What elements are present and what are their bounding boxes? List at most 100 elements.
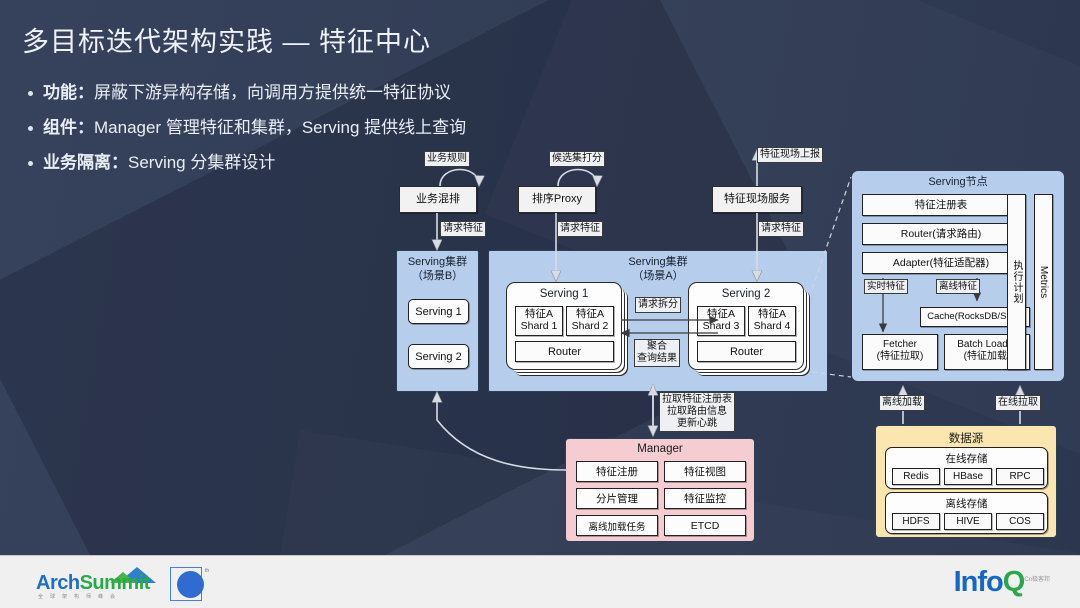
chip-redis[interactable]: Redis: [892, 468, 940, 485]
aggregate-line1: 聚合: [647, 341, 667, 352]
manager-title: Manager: [637, 443, 683, 455]
bullet-item: 组件：Manager 管理特征和集群，Serving 提供线上查询: [24, 117, 584, 138]
service-node-rank-proxy[interactable]: 排序Proxy: [518, 186, 596, 213]
manager-cell-offline-load-task[interactable]: 离线加载任务: [576, 515, 658, 536]
serving-1-router[interactable]: Router: [515, 341, 614, 362]
row-label: Router(请求路由): [900, 227, 982, 240]
badge-circle-icon: [177, 571, 204, 598]
metrics-label: Metrics: [1038, 265, 1049, 299]
chip-hbase[interactable]: HBase: [944, 468, 992, 485]
serving-1-title: Serving 1: [539, 288, 589, 300]
serving-2-card[interactable]: Serving 2 特征A Shard 3 特征A Shard 4 Router: [688, 282, 804, 370]
bullet-key: 业务隔离：: [43, 153, 128, 172]
serving-node-fetcher[interactable]: Fetcher (特征拉取): [862, 334, 938, 370]
serving-node-title: Serving节点: [928, 176, 988, 188]
serving-cluster-b: Serving集群 （场景B） Serving 1 Serving 2: [396, 250, 479, 392]
chip-label: RPC: [1009, 471, 1031, 482]
shard-line2: Shard 2: [571, 320, 609, 333]
bullet-item: 功能：屏蔽下游异构存储，向调用方提供统一特征协议: [24, 82, 584, 103]
serving-b-node-2[interactable]: Serving 2: [408, 344, 469, 369]
serving-b-node-1-label: Serving 1: [415, 305, 462, 318]
serving-node-row-adapter[interactable]: Adapter(特征适配器): [862, 252, 1020, 274]
cluster-title-line2: （场景A）: [632, 269, 684, 282]
serving-b-node-1[interactable]: Serving 1: [408, 299, 469, 324]
label-business-rule: 业务规则: [424, 151, 470, 167]
label-offline-feature: 离线特征: [936, 279, 981, 295]
shard-line1: 特征A: [575, 308, 604, 320]
serving-cluster-b-title: Serving集群 （场景B）: [397, 256, 478, 284]
label-manager-sync: 拉取特征注册表 拉取路由信息 更新心跳: [659, 392, 735, 432]
archsummit-wordmark: ArchSummit: [36, 572, 150, 595]
serving-2-router[interactable]: Router: [697, 341, 796, 362]
chip-cos[interactable]: COS: [996, 513, 1044, 530]
online-store-title: 在线存储: [945, 453, 988, 465]
chip-hive[interactable]: HIVE: [944, 513, 992, 530]
label-aggregate-result: 聚合 查询结果: [634, 339, 680, 367]
chip-label: HIVE: [956, 516, 980, 527]
label-candidate-scoring: 候选集打分: [549, 151, 605, 167]
label-request-feature-a: 请求特征: [440, 221, 486, 237]
bullet-text: Serving 分集群设计: [128, 153, 276, 172]
serving-node-panel: Serving节点 特征注册表 Router(请求路由) Adapter(特征适…: [851, 170, 1065, 382]
service-node-label: 特征现场服务: [724, 193, 790, 206]
serving-node-row-feature-registry[interactable]: 特征注册表: [862, 194, 1020, 216]
infoq-part2: Q: [1002, 566, 1026, 598]
manager-cell-etcd[interactable]: ETCD: [664, 515, 746, 536]
cluster-title-line1: Serving集群: [407, 256, 468, 268]
footer-bar: ArchSummit 全球架构师峰会 th InfoQCn极客邦: [0, 555, 1080, 608]
offline-store-title: 离线存储: [945, 498, 988, 510]
cluster-title-line1: Serving集群: [628, 256, 688, 268]
manager-sync-line3: 更新心跳: [677, 418, 717, 429]
shard-line1: 特征A: [757, 308, 786, 320]
chip-rpc[interactable]: RPC: [996, 468, 1044, 485]
serving-1-shard-1[interactable]: 特征A Shard 1: [515, 306, 563, 336]
archsummit-part2: Summit: [79, 572, 151, 594]
offline-store-group: 离线存储 HDFS HIVE COS: [885, 492, 1048, 534]
label-request-feature-b: 请求特征: [557, 221, 603, 237]
manager-cell-feature-view[interactable]: 特征视图: [664, 461, 746, 482]
archsummit-logo: ArchSummit 全球架构师峰会 th: [36, 565, 236, 601]
serving-cluster-a-title: Serving集群 （场景A）: [489, 256, 827, 284]
bullet-list: 功能：屏蔽下游异构存储，向调用方提供统一特征协议 组件：Manager 管理特征…: [24, 82, 584, 187]
fetcher-line1: Fetcher: [883, 339, 917, 350]
badge-superscript: th: [205, 568, 210, 574]
label-feature-scene-report: 特征现场上报: [757, 147, 823, 163]
label-online-fetch: 在线拉取: [995, 395, 1041, 411]
label-realtime-feature: 实时特征: [864, 279, 909, 295]
serving-1-shard-2[interactable]: 特征A Shard 2: [566, 306, 614, 336]
chip-label: Redis: [903, 471, 929, 482]
manager-cell-feature-register[interactable]: 特征注册: [576, 461, 658, 482]
archsummit-anniversary-badge: th: [170, 567, 209, 601]
serving-node-metrics-column[interactable]: Metrics: [1034, 194, 1053, 370]
chip-label: HBase: [952, 471, 983, 482]
shard-line1: 特征A: [524, 308, 553, 320]
manager-sync-line2: 拉取路由信息: [667, 406, 727, 417]
page-title: 多目标迭代架构实践 — 特征中心: [22, 27, 432, 57]
serving-2-shard-4[interactable]: 特征A Shard 4: [748, 306, 796, 336]
serving-b-node-2-label: Serving 2: [415, 350, 462, 363]
bullet-text: 屏蔽下游异构存储，向调用方提供统一特征协议: [94, 83, 451, 102]
manager-cell-shard-management[interactable]: 分片管理: [576, 488, 658, 509]
manager-cell-feature-monitor[interactable]: 特征监控: [664, 488, 746, 509]
archsummit-part1: Arch: [36, 572, 80, 594]
label-request-feature-c: 请求特征: [758, 221, 804, 237]
fetcher-line2: (特征拉取): [876, 350, 924, 362]
serving-node-execution-plan-column[interactable]: 执行计划: [1007, 194, 1026, 370]
serving-2-title: Serving 2: [721, 288, 771, 300]
service-node-business-mix[interactable]: 业务混排: [399, 186, 477, 213]
aggregate-line2: 查询结果: [637, 353, 677, 364]
router-label: Router: [729, 345, 764, 358]
bullet-item: 业务隔离：Serving 分集群设计: [24, 152, 584, 173]
serving-2-shard-3[interactable]: 特征A Shard 3: [697, 306, 745, 336]
cell-label: ETCD: [690, 519, 720, 532]
cell-label: 特征监控: [684, 493, 726, 505]
bullet-dot-icon: [28, 161, 33, 166]
archsummit-subtitle: 全球架构师峰会: [38, 594, 123, 600]
row-label: Adapter(特征适配器): [892, 256, 990, 269]
serving-node-row-router[interactable]: Router(请求路由): [862, 223, 1020, 245]
bullet-dot-icon: [28, 126, 33, 131]
service-node-feature-scene[interactable]: 特征现场服务: [712, 186, 802, 213]
shard-line1: 特征A: [706, 308, 735, 320]
chip-hdfs[interactable]: HDFS: [892, 513, 940, 530]
serving-1-card[interactable]: Serving 1 特征A Shard 1 特征A Shard 2 Router: [506, 282, 622, 370]
